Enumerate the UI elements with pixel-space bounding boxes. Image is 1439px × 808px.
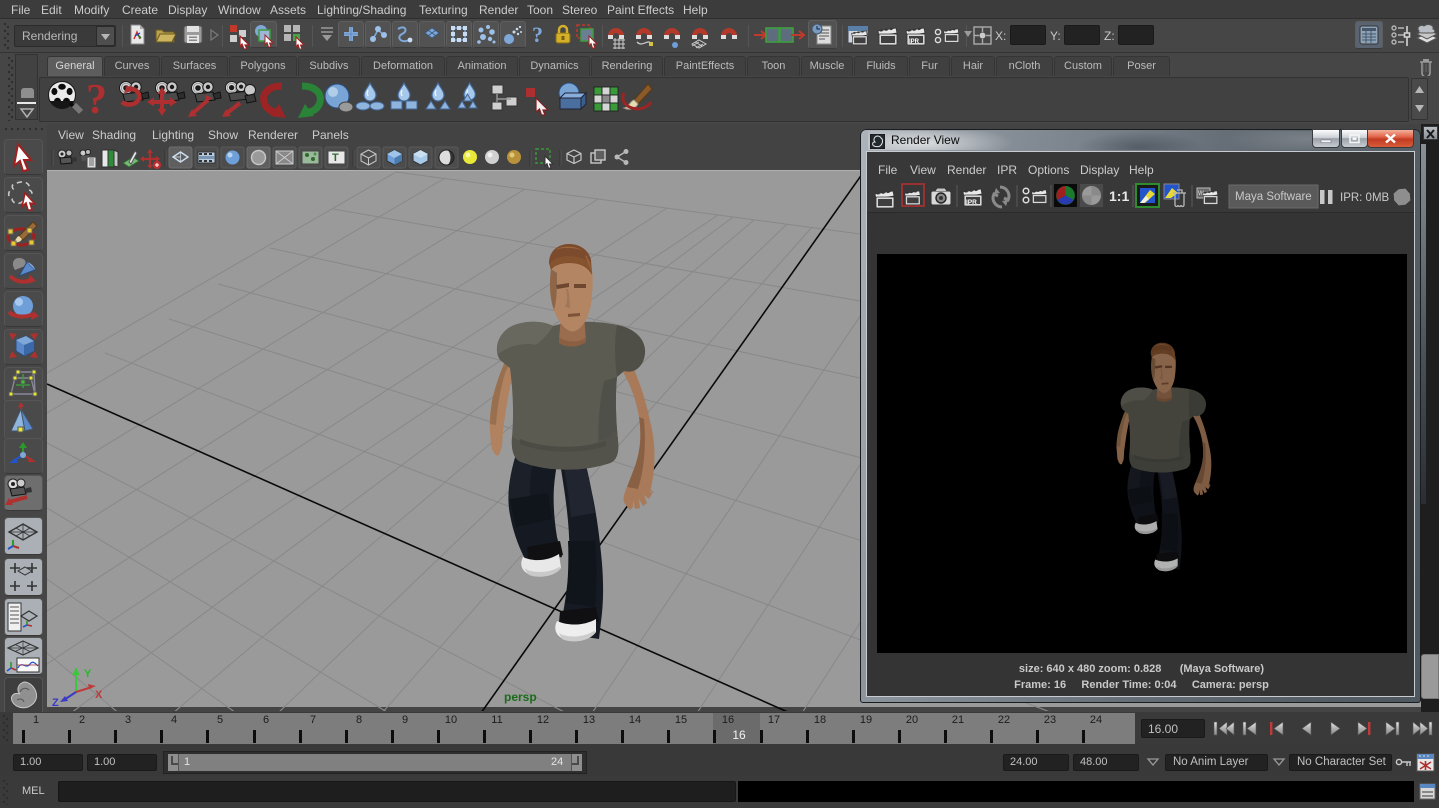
svg-text:Maya Software: Maya Software [1235, 191, 1312, 203]
svg-text:IPR: IPR [966, 199, 977, 206]
svg-text:Y: Y [84, 668, 92, 680]
svg-text:Z: Z [52, 697, 59, 709]
svg-text:1:1: 1:1 [1109, 188, 1129, 204]
svg-text:IPR: IPR [909, 39, 920, 45]
svg-text:?: ? [86, 79, 107, 120]
svg-text:T: T [332, 152, 339, 164]
svg-text:persp: persp [504, 690, 537, 704]
svg-text:X: X [95, 689, 103, 701]
svg-text:?: ? [532, 22, 543, 47]
svg-text:IPR: 0MB: IPR: 0MB [1340, 192, 1390, 204]
